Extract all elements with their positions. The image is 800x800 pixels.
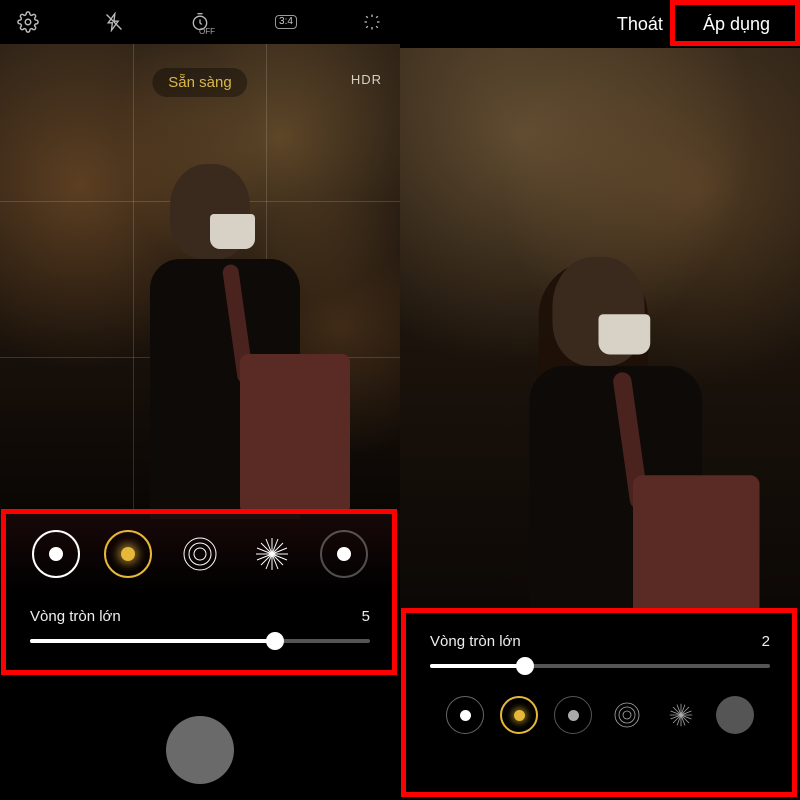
bokeh-option-rings[interactable] xyxy=(176,530,224,578)
edit-top-bar: Thoát Áp dụng xyxy=(400,0,800,48)
bokeh-controls-panel: Vòng tròn lớn 2 xyxy=(400,613,800,800)
bokeh-option-starburst[interactable] xyxy=(662,696,700,734)
subject-silhouette xyxy=(100,164,340,514)
subject-silhouette xyxy=(472,257,748,613)
bokeh-option-halfmoon[interactable] xyxy=(716,696,754,734)
slider-value: 5 xyxy=(362,608,370,625)
bokeh-shape-row xyxy=(430,696,770,734)
slider-thumb[interactable] xyxy=(266,632,284,650)
slider-label: Vòng tròn lớn xyxy=(30,608,121,625)
slider-track[interactable] xyxy=(30,639,370,643)
exit-button[interactable]: Thoát xyxy=(607,8,673,41)
bokeh-option-solid[interactable] xyxy=(32,530,80,578)
ratio-label: 3:4 xyxy=(275,15,297,29)
slider-label: Vòng tròn lớn xyxy=(430,633,521,650)
slider-value: 2 xyxy=(762,633,770,650)
bokeh-size-slider-area: Vòng tròn lớn 5 xyxy=(0,594,400,670)
ready-status-pill: Sẵn sàng xyxy=(152,68,247,97)
timer-icon[interactable]: OFF xyxy=(186,8,214,36)
bokeh-option-soft[interactable] xyxy=(320,530,368,578)
hdr-badge[interactable]: HDR xyxy=(351,72,382,87)
slider-fill xyxy=(430,664,525,668)
filters-icon[interactable] xyxy=(358,8,386,36)
shutter-button[interactable] xyxy=(166,716,234,784)
bokeh-option-soft[interactable] xyxy=(554,696,592,734)
settings-icon[interactable] xyxy=(14,8,42,36)
photo-preview[interactable] xyxy=(400,48,800,613)
aspect-ratio-toggle[interactable]: 3:4 xyxy=(272,8,300,36)
camera-capture-screen: OFF 3:4 Sẵn sàng HDR xyxy=(0,0,400,800)
slider-thumb[interactable] xyxy=(516,657,534,675)
timer-off-label: OFF xyxy=(199,27,215,36)
bokeh-option-solid[interactable] xyxy=(446,696,484,734)
bokeh-shape-row xyxy=(0,514,400,594)
camera-top-toolbar: OFF 3:4 xyxy=(0,0,400,44)
shutter-area xyxy=(0,700,400,800)
bokeh-option-glow[interactable] xyxy=(104,530,152,578)
flash-off-icon[interactable] xyxy=(100,8,128,36)
slider-fill xyxy=(30,639,275,643)
bokeh-option-glow[interactable] xyxy=(500,696,538,734)
slider-track[interactable] xyxy=(430,664,770,668)
bokeh-option-starburst[interactable] xyxy=(248,530,296,578)
viewfinder[interactable]: Sẵn sàng HDR xyxy=(0,44,400,514)
bokeh-edit-screen: Thoát Áp dụng Vòng tròn lớn 2 xyxy=(400,0,800,800)
bokeh-option-rings[interactable] xyxy=(608,696,646,734)
apply-button[interactable]: Áp dụng xyxy=(693,8,780,41)
